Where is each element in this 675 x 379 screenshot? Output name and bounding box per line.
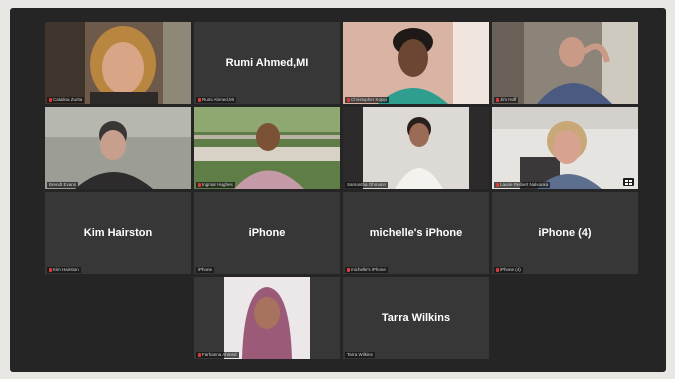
participant-name-label: iPhone (4) xyxy=(494,267,523,273)
participant-video xyxy=(343,107,489,189)
mic-muted-icon xyxy=(496,268,499,272)
mic-muted-icon xyxy=(49,268,52,272)
participant-name-label: Farhanna Ahmed xyxy=(196,352,239,358)
participant-display-name: iPhone (4) xyxy=(538,227,592,239)
participant-name-label: Samantha Ohmann xyxy=(345,182,389,188)
participant-tile[interactable]: Ingmar Hughes xyxy=(194,107,340,189)
participant-name-label: Ingmar Hughes xyxy=(196,182,235,188)
participant-video xyxy=(492,107,638,189)
participant-display-name: Tarra Wilkins xyxy=(381,312,451,324)
gallery-view: Catalina Zurita Rumi Ahmed,MI Rumi Ahmed… xyxy=(10,8,666,372)
participant-tile[interactable]: iPhone iPhone xyxy=(194,192,340,274)
participant-tile[interactable]: michelle's iPhone michelle's iPhone xyxy=(343,192,489,274)
participant-tile[interactable]: Farhanna Ahmed xyxy=(194,277,340,359)
mic-muted-icon xyxy=(49,98,52,102)
participant-name-label: Rumi Ahmed,MI xyxy=(196,97,237,103)
mic-muted-icon xyxy=(347,98,350,102)
participant-tile-active-speaker[interactable]: Samantha Ohmann xyxy=(343,107,489,189)
participant-tile[interactable]: Kim Hairston Kim Hairston xyxy=(45,192,191,274)
mic-muted-icon xyxy=(198,98,201,102)
participant-display-name: Kim Hairston xyxy=(83,227,153,239)
participant-video xyxy=(45,107,191,189)
participant-video xyxy=(343,22,489,104)
mic-muted-icon xyxy=(198,353,201,357)
mic-muted-icon xyxy=(347,268,350,272)
participant-name-label: michelle's iPhone xyxy=(345,267,388,273)
participant-video xyxy=(492,22,638,104)
participant-tile[interactable]: Brendt Evans xyxy=(45,107,191,189)
participant-video xyxy=(194,277,340,359)
participant-name-label: Jim Hoff xyxy=(494,97,519,103)
grid-view-icon[interactable] xyxy=(623,178,634,186)
participant-video xyxy=(194,107,340,189)
mic-muted-icon xyxy=(496,98,499,102)
participant-name-label: Catalina Zurita xyxy=(47,97,85,103)
participant-tile[interactable]: iPhone (4) iPhone (4) xyxy=(492,192,638,274)
participant-tile[interactable]: Catalina Zurita xyxy=(45,22,191,104)
mic-muted-icon xyxy=(198,183,201,187)
participant-name-label: Brendt Evans xyxy=(47,182,79,188)
participant-tile[interactable]: Rumi Ahmed,MI Rumi Ahmed,MI xyxy=(194,22,340,104)
participant-tile[interactable]: Tarra Wilkins Tarra Wilkins xyxy=(343,277,489,359)
participant-display-name: iPhone xyxy=(248,227,286,239)
participant-tile[interactable]: Christopher Koppi xyxy=(343,22,489,104)
participant-name-label: iPhone xyxy=(196,267,215,273)
participant-name-label: Tarra Wilkins xyxy=(345,352,375,358)
participant-name-label: Kim Hairston xyxy=(47,267,81,273)
participant-tile[interactable]: Laurie Reibert Nalvanka xyxy=(492,107,638,189)
participant-display-name: Rumi Ahmed,MI xyxy=(225,57,309,69)
participant-tile[interactable]: Jim Hoff xyxy=(492,22,638,104)
participant-video xyxy=(45,22,191,104)
participant-name-label: Laurie Reibert Nalvanka xyxy=(494,182,551,188)
participant-display-name: michelle's iPhone xyxy=(369,227,463,239)
mic-muted-icon xyxy=(496,183,499,187)
participant-name-label: Christopher Koppi xyxy=(345,97,390,103)
